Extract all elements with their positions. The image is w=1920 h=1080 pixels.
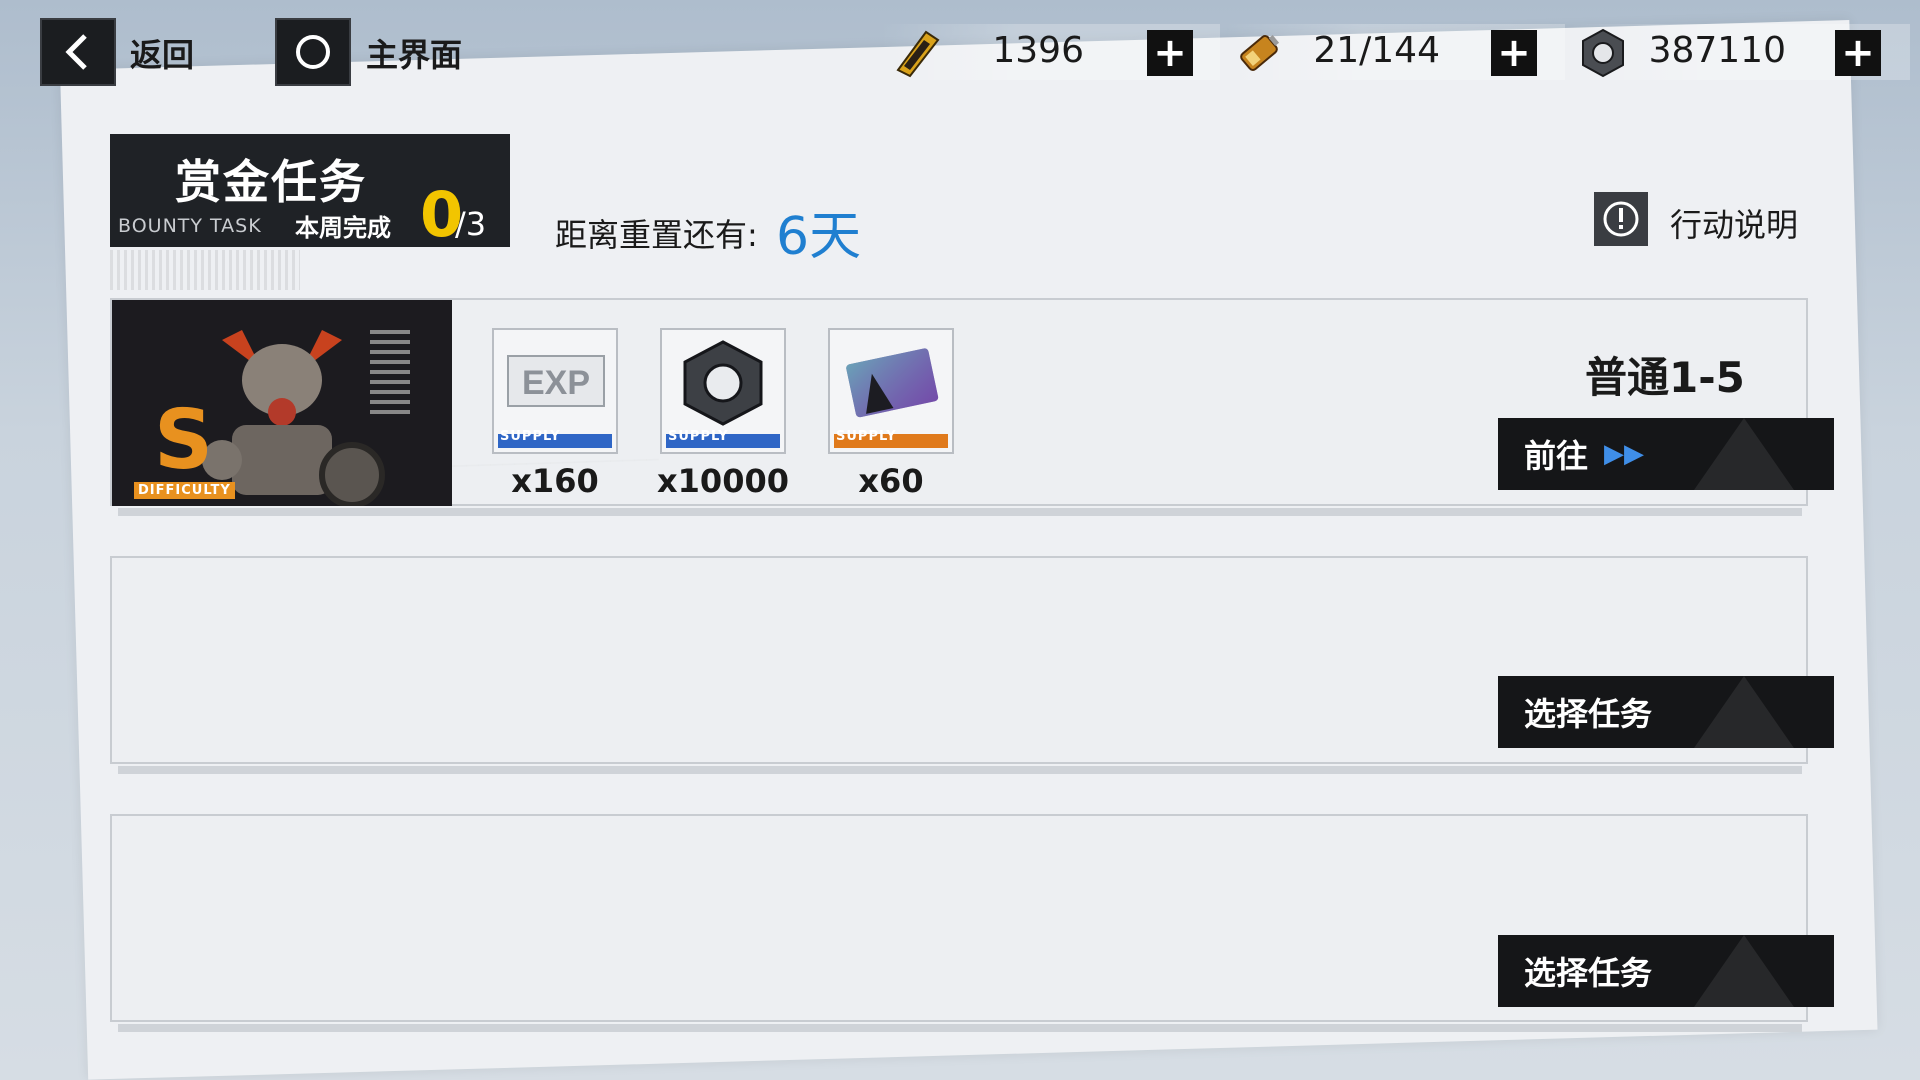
select-task-button-2[interactable]: 选择任务 (1498, 676, 1834, 748)
button-decoration (1694, 935, 1794, 1007)
reward-qty-3: x60 (858, 462, 924, 500)
add-resource-1-button[interactable]: + (1147, 30, 1193, 76)
info-icon (1603, 201, 1639, 237)
reward-qty-1: x160 (511, 462, 599, 500)
task-portrait: S DIFFICULTY (112, 300, 452, 506)
button-decoration (1694, 676, 1794, 748)
back-button[interactable] (40, 18, 116, 86)
reset-countdown: 6天 (776, 207, 862, 267)
supply-tag: SUPPLY (668, 429, 729, 444)
supply-tag: SUPPLY (836, 429, 897, 444)
go-button[interactable]: 前往 ▶▶ (1498, 418, 1834, 490)
svg-text:EXP: EXP (522, 364, 590, 402)
task-row-shadow (118, 1024, 1802, 1032)
difficulty-label: DIFFICULTY (134, 482, 235, 499)
select-task-label: 选择任务 (1524, 695, 1653, 733)
double-arrow-icon: ▶▶ (1604, 439, 1645, 469)
go-button-label: 前往 (1524, 437, 1589, 475)
info-button[interactable] (1594, 192, 1648, 246)
page-title: 赏金任务 (175, 155, 367, 209)
add-resource-2-button[interactable]: + (1491, 30, 1537, 76)
button-decoration (1694, 418, 1794, 490)
home-button[interactable] (275, 18, 351, 86)
task-row-shadow (118, 766, 1802, 774)
reset-label: 距离重置还有: (555, 216, 758, 254)
reward-qty-2: x10000 (657, 462, 789, 500)
resource-value-3: 387110 (1648, 30, 1786, 71)
circle-icon (296, 35, 330, 69)
chevron-left-icon (65, 34, 87, 70)
page-subtitle: BOUNTY TASK (118, 215, 262, 237)
resource-value-1: 1396 (992, 30, 1084, 71)
weekly-total-count: /3 (455, 205, 487, 243)
reward-card-2[interactable]: SUPPLY (660, 328, 786, 454)
barcode-decoration (110, 250, 300, 290)
resource-value-2: 21/144 (1313, 30, 1440, 71)
stage-label: 普通1-5 (1585, 353, 1745, 402)
info-label[interactable]: 行动说明 (1670, 200, 1798, 246)
supply-tag: SUPPLY (500, 429, 561, 444)
select-task-label: 选择任务 (1524, 954, 1653, 992)
reward-card-3[interactable]: SUPPLY (828, 328, 954, 454)
add-resource-3-button[interactable]: + (1835, 30, 1881, 76)
home-label[interactable]: 主界面 (366, 30, 462, 76)
select-task-button-3[interactable]: 选择任务 (1498, 935, 1834, 1007)
task-row-shadow (118, 508, 1802, 516)
difficulty-grade: S (154, 393, 214, 488)
reward-card-1[interactable]: EXP SUPPLY (492, 328, 618, 454)
back-label[interactable]: 返回 (130, 30, 194, 76)
weekly-label: 本周完成 (295, 214, 391, 242)
